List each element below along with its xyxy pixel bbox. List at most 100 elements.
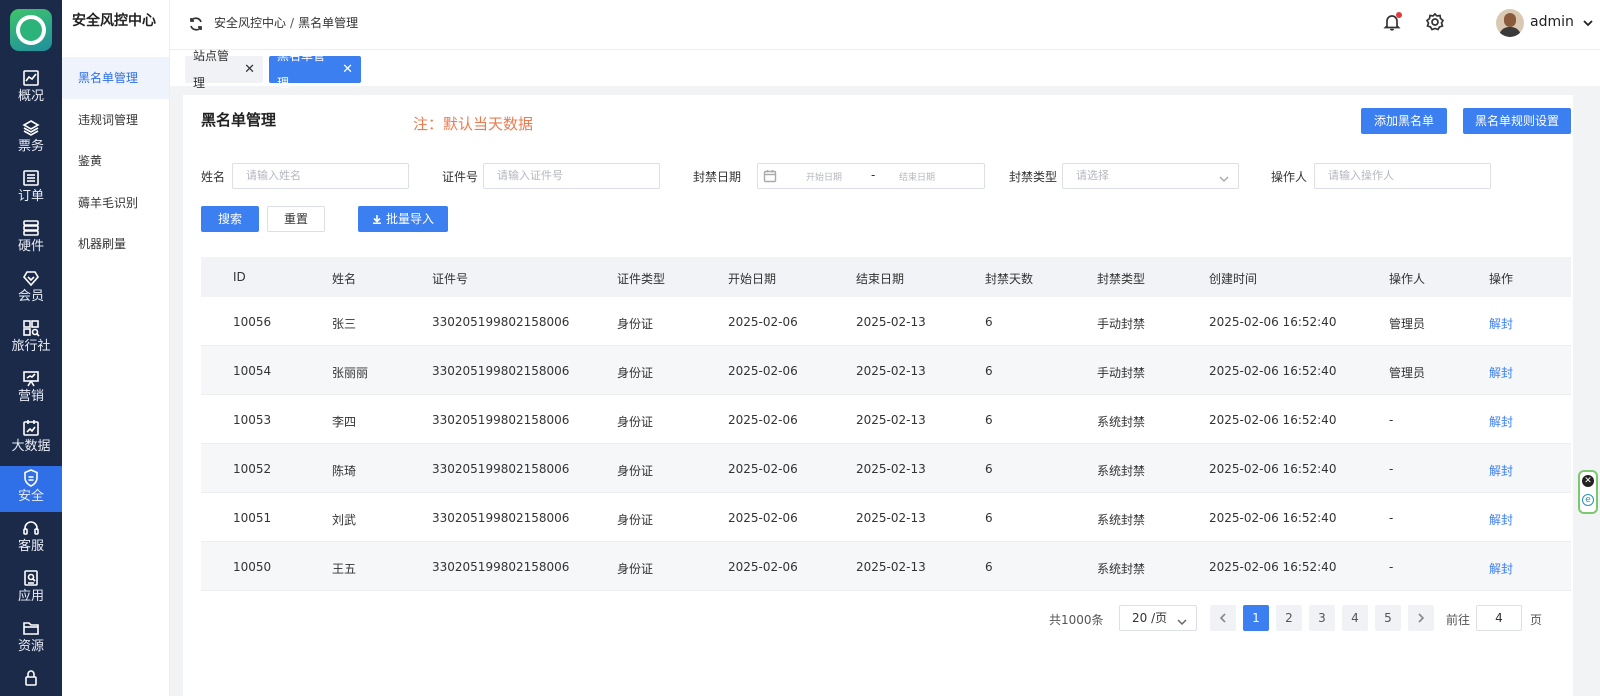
close-icon[interactable]: ✕ xyxy=(244,56,255,83)
add-blacklist-button[interactable]: 添加黑名单 xyxy=(1361,108,1447,134)
cell-end-date: 2025-02-13 xyxy=(856,364,926,378)
close-icon[interactable]: ✕ xyxy=(342,56,353,83)
submenu-item-blacklist[interactable]: 黑名单管理 xyxy=(62,57,169,99)
nav-item-overview[interactable]: 概况 xyxy=(0,66,62,112)
browser-extension-icon[interactable]: e xyxy=(1582,494,1594,506)
cell-id-number: 330205199802158006 xyxy=(432,413,570,427)
nav-item-security[interactable]: 安全 xyxy=(0,466,62,512)
unban-link[interactable]: 解封 xyxy=(1489,462,1513,479)
submenu-item-porn-detection[interactable]: 鉴黄 xyxy=(62,140,169,182)
column-header-created-at: 创建时间 xyxy=(1209,272,1258,286)
cell-created-at: 2025-02-06 16:52:40 xyxy=(1209,462,1337,476)
page-button-3[interactable]: 3 xyxy=(1309,605,1335,631)
page-button-1[interactable]: 1 xyxy=(1243,605,1269,631)
ban-type-label: 封禁类型 xyxy=(1009,170,1058,184)
operator-input[interactable]: 请输入操作人 xyxy=(1314,163,1491,189)
search-button[interactable]: 搜索 xyxy=(201,206,259,232)
cell-start-date: 2025-02-06 xyxy=(728,462,798,476)
next-page-button[interactable] xyxy=(1408,605,1434,631)
cell-id: 10056 xyxy=(233,315,272,329)
user-name[interactable]: admin xyxy=(1530,14,1574,30)
nav-item-label: 客服 xyxy=(17,539,44,554)
id-number-label: 证件号 xyxy=(442,170,479,184)
cell-ban-days: 6 xyxy=(985,511,993,525)
submenu-item-banned-words[interactable]: 违规词管理 xyxy=(62,99,169,141)
user-avatar[interactable] xyxy=(1496,9,1524,37)
tab-label: 黑名单管理 xyxy=(277,48,326,90)
cell-id-type: 身份证 xyxy=(617,317,654,331)
unban-link[interactable]: 解封 xyxy=(1489,315,1513,332)
end-date-input[interactable]: 结束日期 xyxy=(899,170,935,183)
nav-item-resources[interactable]: 资源 xyxy=(0,616,62,662)
ban-date-label: 封禁日期 xyxy=(693,170,742,184)
page-button-2[interactable]: 2 xyxy=(1276,605,1302,631)
page-button-5[interactable]: 5 xyxy=(1375,605,1401,631)
page-size-select[interactable]: 20 /页 xyxy=(1119,605,1197,631)
nav-item-big-data[interactable]: 大数据 xyxy=(0,416,62,462)
gear-icon[interactable] xyxy=(1425,12,1447,34)
nav-item-customer-service[interactable]: 客服 xyxy=(0,516,62,562)
main-nav-rail: 概况 票务 订单 硬件 会员 旅行社 营销 大数据 安全 客服 应用 资源 xyxy=(0,0,62,696)
cell-ban-days: 6 xyxy=(985,413,993,427)
presentation-icon xyxy=(21,368,41,388)
nav-item-hardware[interactable]: 硬件 xyxy=(0,216,62,262)
goto-page-input[interactable]: 4 xyxy=(1476,605,1522,631)
prev-page-button[interactable] xyxy=(1210,605,1236,631)
nav-item-orders[interactable]: 订单 xyxy=(0,166,62,212)
ban-type-select[interactable]: 请选择 xyxy=(1062,163,1239,189)
cell-name: 刘武 xyxy=(332,513,357,527)
nav-item-label: 订单 xyxy=(17,189,44,204)
nav-item-more[interactable] xyxy=(0,666,62,696)
unban-link[interactable]: 解封 xyxy=(1489,560,1513,577)
refresh-icon[interactable] xyxy=(188,16,204,32)
logo-mark-icon xyxy=(16,15,46,45)
chevron-down-icon[interactable] xyxy=(1582,17,1594,29)
nav-item-members[interactable]: 会员 xyxy=(0,266,62,312)
cell-operator: - xyxy=(1389,511,1394,525)
total-count: 共1000条 xyxy=(1049,613,1104,627)
reset-button[interactable]: 重置 xyxy=(267,206,325,232)
tab-site-management[interactable]: 站点管理 ✕ xyxy=(185,49,263,90)
id-number-input[interactable]: 请输入证件号 xyxy=(483,163,660,189)
cell-id: 10053 xyxy=(233,413,272,427)
unban-link[interactable]: 解封 xyxy=(1489,413,1513,430)
tab-blacklist-management[interactable]: 黑名单管理 ✕ xyxy=(269,49,361,90)
nav-item-tickets[interactable]: 票务 xyxy=(0,116,62,162)
cell-name: 张三 xyxy=(332,317,357,331)
batch-import-button[interactable]: 批量导入 xyxy=(358,206,448,232)
blacklist-rules-button[interactable]: 黑名单规则设置 xyxy=(1463,108,1571,134)
nav-item-label: 营销 xyxy=(17,389,44,404)
submenu-title: 安全风控中心 xyxy=(72,13,156,29)
cell-start-date: 2025-02-06 xyxy=(728,511,798,525)
name-input[interactable]: 请输入姓名 xyxy=(232,163,409,189)
page-button-4[interactable]: 4 xyxy=(1342,605,1368,631)
nav-item-marketing[interactable]: 营销 xyxy=(0,366,62,412)
app-logo[interactable] xyxy=(10,9,52,51)
ban-type-placeholder: 请选择 xyxy=(1076,169,1109,182)
breadcrumb-separator: / xyxy=(290,16,295,30)
table-row: 10052 陈琦 330205199802158006 身份证 2025-02-06 20… xyxy=(201,444,1571,493)
cell-id: 10051 xyxy=(233,511,272,525)
unban-link[interactable]: 解封 xyxy=(1489,364,1513,381)
list-icon xyxy=(21,168,41,188)
notification-bell-icon[interactable] xyxy=(1382,12,1404,34)
column-header-id: ID xyxy=(233,270,246,284)
cell-operator: - xyxy=(1389,413,1394,427)
submenu-item-bot-traffic[interactable]: 机器刷量 xyxy=(62,223,169,265)
cell-name: 李四 xyxy=(332,415,357,429)
close-circle-icon[interactable]: ✕ xyxy=(1582,475,1594,487)
column-header-operator: 操作人 xyxy=(1389,272,1426,286)
breadcrumb-item[interactable]: 安全风控中心 xyxy=(214,16,286,30)
nav-item-travel-agency[interactable]: 旅行社 xyxy=(0,316,62,362)
unban-link[interactable]: 解封 xyxy=(1489,511,1513,528)
nav-item-apps[interactable]: 应用 xyxy=(0,566,62,612)
document-search-icon xyxy=(21,568,41,588)
cell-id: 10050 xyxy=(233,560,272,574)
download-icon xyxy=(372,207,382,225)
cell-operator: 管理员 xyxy=(1389,317,1426,331)
ban-date-range-picker[interactable]: 开始日期 - 结束日期 xyxy=(757,163,985,189)
column-header-name: 姓名 xyxy=(332,272,357,286)
start-date-input[interactable]: 开始日期 xyxy=(806,170,842,183)
cell-ban-type: 系统封禁 xyxy=(1097,464,1146,478)
submenu-item-fraud-detection[interactable]: 薅羊毛识别 xyxy=(62,182,169,224)
